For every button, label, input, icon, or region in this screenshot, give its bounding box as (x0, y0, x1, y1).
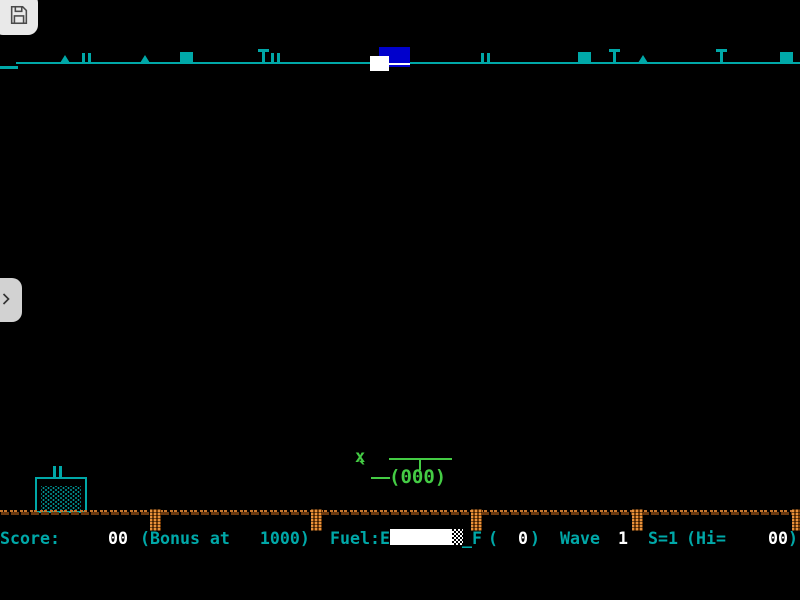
ammo-value: 0 (518, 529, 528, 548)
fuel-label: Fuel:E (330, 529, 390, 548)
ground-post (471, 509, 482, 531)
building-dot-fill (41, 486, 81, 510)
chevron-right-icon (0, 289, 16, 312)
radar-blip-square (780, 52, 793, 64)
floppy-save-icon (8, 4, 30, 29)
score-label: Score: (0, 529, 60, 548)
ground-post (792, 509, 800, 531)
radar-blip-triangle (60, 55, 70, 63)
score-value: 00 (108, 529, 128, 548)
radar-blip-pillars (271, 53, 280, 63)
radar-player-marker (370, 56, 389, 71)
hi-score-value: 00 (768, 529, 788, 548)
hi-score-close-paren: ) (788, 529, 798, 548)
building-chimney (59, 466, 62, 477)
ammo-open-paren: ( (488, 529, 498, 548)
radar-line-left-step (0, 66, 18, 69)
hi-score-label: (Hi= (686, 529, 726, 548)
radar-blip-pillars (82, 53, 91, 63)
radar-blip-square (578, 52, 591, 64)
bonus-text: (Bonus at 1000) (140, 529, 310, 548)
helicopter-tail-hook: ` (357, 458, 369, 482)
radar-blip-triangle (140, 55, 150, 63)
save-button[interactable] (0, 0, 38, 35)
ground-post (311, 509, 322, 531)
ground-post (632, 509, 643, 531)
ground-post (150, 509, 161, 531)
radar-blip-tee (258, 49, 269, 63)
building-chimney (53, 466, 56, 477)
radar-viewport-underline (389, 63, 410, 65)
ships-text: S=1 (648, 529, 678, 548)
game-screen: x ` (000) Score: 00 (Bonus at 1000) Fuel… (0, 0, 800, 600)
ground-line (0, 509, 800, 515)
fuel-gauge-empty: _F (462, 529, 482, 548)
fuel-depot-building (35, 477, 87, 513)
helicopter-tail-boom (371, 477, 390, 479)
wave-label: Wave (560, 529, 600, 548)
fuel-gauge-fill (390, 529, 452, 545)
radar-blip-square (180, 52, 193, 64)
status-bar: Score: 00 (Bonus at 1000) Fuel:E _F ( 0 … (0, 529, 800, 549)
radar-blip-tee (609, 49, 620, 63)
radar-blip-triangle (638, 55, 648, 63)
radar-blip-tee (716, 49, 727, 63)
sidebar-expand-button[interactable] (0, 278, 22, 322)
ammo-close-paren: ) (530, 529, 540, 548)
radar-blip-pillars (481, 53, 490, 63)
wave-value: 1 (618, 529, 628, 548)
helicopter-body: (000) (389, 466, 446, 488)
